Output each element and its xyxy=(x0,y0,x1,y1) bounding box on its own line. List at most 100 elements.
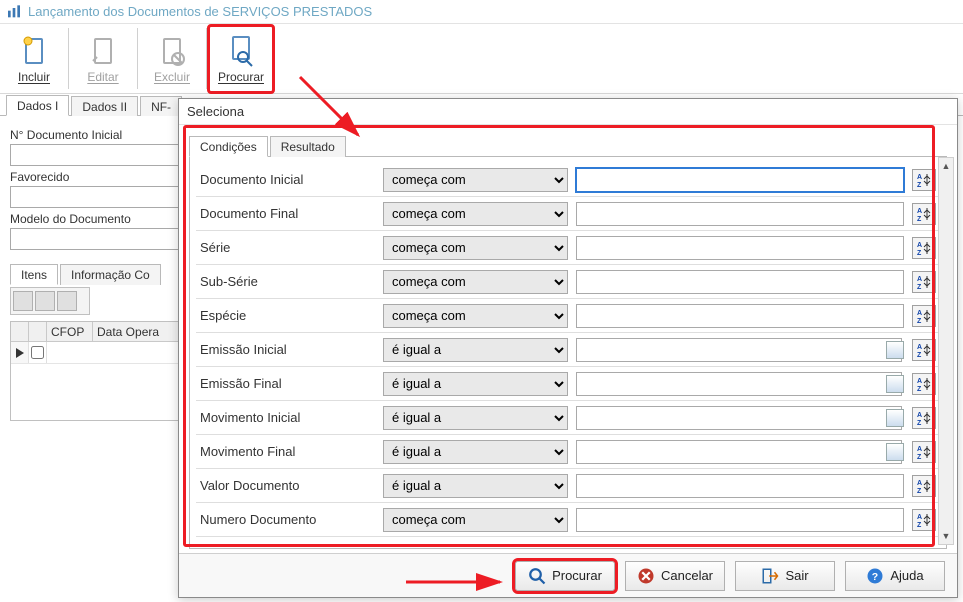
excluir-button[interactable]: Excluir xyxy=(138,24,206,94)
help-icon: ? xyxy=(866,567,884,585)
sort-button[interactable]: AZ xyxy=(912,339,936,361)
svg-text:Z: Z xyxy=(917,182,922,188)
condition-row: Emissão Finalé igual aAZ xyxy=(196,367,940,401)
condition-value[interactable] xyxy=(576,508,904,532)
calendar-icon[interactable] xyxy=(886,443,904,461)
subtab-info[interactable]: Informação Co xyxy=(60,264,161,285)
calendar-icon[interactable] xyxy=(886,375,904,393)
grid-row[interactable] xyxy=(11,342,179,364)
dlg-cancelar-label: Cancelar xyxy=(661,568,713,583)
condition-operator[interactable]: começa com xyxy=(383,304,568,328)
sort-az-icon: AZ xyxy=(916,478,932,494)
grid-col-cfop[interactable]: CFOP xyxy=(47,322,93,341)
sort-button[interactable]: AZ xyxy=(912,441,936,463)
conditions-panel: Documento Inicialcomeça comAZDocumento F… xyxy=(189,157,947,549)
svg-text:A: A xyxy=(917,276,922,283)
dlg-ajuda-button[interactable]: ? Ajuda xyxy=(845,561,945,591)
app-icon xyxy=(6,4,22,20)
doc-inicial-input[interactable] xyxy=(10,144,180,166)
tab-dados-2[interactable]: Dados II xyxy=(71,96,138,116)
svg-text:Z: Z xyxy=(917,352,922,358)
delete-doc-icon xyxy=(156,35,188,67)
tab-resultado[interactable]: Resultado xyxy=(270,136,346,157)
favorecido-input[interactable] xyxy=(10,186,180,208)
dlg-sair-button[interactable]: Sair xyxy=(735,561,835,591)
condition-row: Valor Documentoé igual aAZ xyxy=(196,469,940,503)
condition-label: Emissão Inicial xyxy=(200,342,375,357)
dlg-procurar-button[interactable]: Procurar xyxy=(515,561,615,591)
modelo-input[interactable] xyxy=(10,228,180,250)
svg-text:?: ? xyxy=(872,570,878,582)
tab-dados-1[interactable]: Dados I xyxy=(6,95,69,116)
sort-button[interactable]: AZ xyxy=(912,305,936,327)
dialog-title: Seleciona xyxy=(179,99,957,125)
grid-col-data[interactable]: Data Opera xyxy=(93,322,179,341)
condition-value[interactable] xyxy=(576,304,904,328)
condition-operator[interactable]: começa com xyxy=(383,270,568,294)
condition-operator[interactable]: é igual a xyxy=(383,440,568,464)
condition-value[interactable] xyxy=(576,270,904,294)
incluir-label: Incluir xyxy=(18,70,50,84)
calendar-icon[interactable] xyxy=(886,409,904,427)
scroll-down-icon[interactable]: ▼ xyxy=(939,528,953,544)
sort-button[interactable]: AZ xyxy=(912,271,936,293)
condition-value[interactable] xyxy=(576,338,902,362)
condition-operator[interactable]: começa com xyxy=(383,168,568,192)
sort-button[interactable]: AZ xyxy=(912,373,936,395)
row-checkbox-input[interactable] xyxy=(31,346,44,359)
condition-label: Movimento Inicial xyxy=(200,410,375,425)
svg-text:A: A xyxy=(917,514,922,521)
dialog-scrollbar[interactable]: ▲ ▼ xyxy=(938,157,954,545)
window-title: Lançamento dos Documentos de SERVIÇOS PR… xyxy=(28,4,372,19)
tab-condicoes[interactable]: Condições xyxy=(189,136,268,157)
condition-value[interactable] xyxy=(576,440,902,464)
condition-operator[interactable]: é igual a xyxy=(383,338,568,362)
grid-tool-3[interactable] xyxy=(57,291,77,311)
condition-value[interactable] xyxy=(576,474,904,498)
svg-text:Z: Z xyxy=(917,386,922,392)
grid-tool-2[interactable] xyxy=(35,291,55,311)
subtab-itens[interactable]: Itens xyxy=(10,264,58,285)
incluir-button[interactable]: Incluir xyxy=(0,24,68,94)
titlebar: Lançamento dos Documentos de SERVIÇOS PR… xyxy=(0,0,963,24)
svg-text:A: A xyxy=(917,242,922,249)
dlg-cancelar-button[interactable]: Cancelar xyxy=(625,561,725,591)
svg-text:Z: Z xyxy=(917,522,922,528)
condition-operator[interactable]: começa com xyxy=(383,236,568,260)
sort-button[interactable]: AZ xyxy=(912,509,936,531)
condition-operator[interactable]: começa com xyxy=(383,202,568,226)
condition-operator[interactable]: é igual a xyxy=(383,372,568,396)
sort-button[interactable]: AZ xyxy=(912,237,936,259)
editar-button[interactable]: Editar xyxy=(69,24,137,94)
dlg-ajuda-label: Ajuda xyxy=(890,568,923,583)
tab-nf[interactable]: NF- xyxy=(140,96,182,116)
procurar-button[interactable]: Procurar xyxy=(207,24,275,94)
condition-value[interactable] xyxy=(576,202,904,226)
condition-row: Movimento Inicial é igual a AZ xyxy=(196,401,940,435)
svg-text:A: A xyxy=(917,378,922,385)
condition-value[interactable] xyxy=(576,168,904,192)
condition-operator[interactable]: começa com xyxy=(383,508,568,532)
sort-button[interactable]: AZ xyxy=(912,169,936,191)
condition-operator[interactable]: é igual a xyxy=(383,406,568,430)
svg-text:A: A xyxy=(917,412,922,419)
sort-button[interactable]: AZ xyxy=(912,475,936,497)
row-checkbox[interactable] xyxy=(29,342,47,363)
scroll-up-icon[interactable]: ▲ xyxy=(939,158,953,174)
svg-text:Z: Z xyxy=(917,420,922,426)
condition-value[interactable] xyxy=(576,372,902,396)
sort-button[interactable]: AZ xyxy=(912,203,936,225)
condition-label: Série xyxy=(200,240,375,255)
condition-value[interactable] xyxy=(576,406,902,430)
sort-button[interactable]: AZ xyxy=(912,407,936,429)
items-grid: CFOP Data Opera xyxy=(10,321,180,421)
grid-tool-1[interactable] xyxy=(13,291,33,311)
svg-text:Z: Z xyxy=(917,454,922,460)
condition-value[interactable] xyxy=(576,236,904,260)
svg-text:Z: Z xyxy=(917,250,922,256)
procurar-label: Procurar xyxy=(218,70,264,84)
sort-az-icon: AZ xyxy=(916,342,932,358)
condition-operator[interactable]: é igual a xyxy=(383,474,568,498)
condition-label: Numero Documento xyxy=(200,512,375,527)
calendar-icon[interactable] xyxy=(886,341,904,359)
